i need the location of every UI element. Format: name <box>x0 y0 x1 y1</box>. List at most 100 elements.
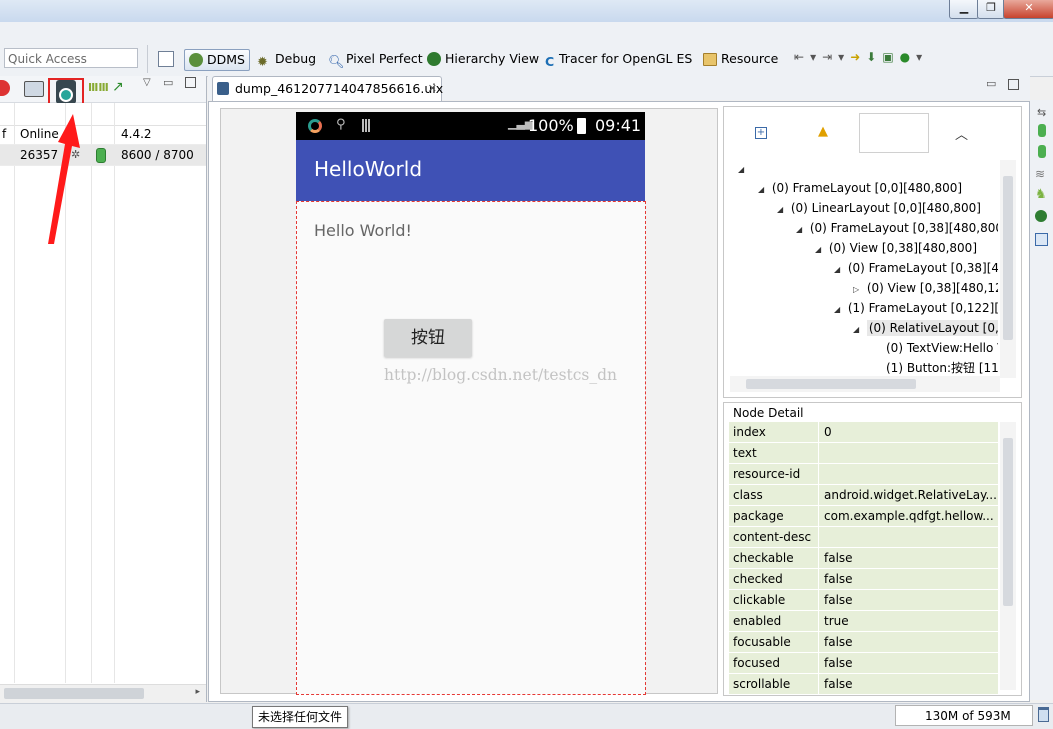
avd-icon[interactable]: ● <box>900 50 916 64</box>
maximize-view-icon[interactable] <box>185 77 196 88</box>
maximize-icon: ❐ <box>986 1 996 14</box>
detail-row[interactable]: package com.example.qdfgt.hellow... <box>729 506 998 526</box>
tree-node[interactable]: ◢ (0) FrameLayout [0,0][480,800] <box>730 178 998 198</box>
maximize-button[interactable]: ❐ <box>977 0 1005 19</box>
detail-vertical-scrollbar[interactable] <box>1000 422 1016 690</box>
memory-indicator[interactable]: 130M of 593M <box>895 705 1033 726</box>
tree-node[interactable]: (1) Button:按钮 [116 <box>730 358 998 376</box>
heap-view-icon[interactable] <box>1038 124 1046 137</box>
nav-back-icon[interactable]: ⇤ <box>794 50 810 64</box>
screen-capture-icon[interactable] <box>24 81 44 97</box>
detail-row[interactable]: class android.widget.RelativeLay... <box>729 485 998 505</box>
download-icon[interactable]: ⬇ <box>866 50 882 64</box>
maximize-editor-icon[interactable] <box>1008 79 1019 90</box>
watermark: http://blog.csdn.net/testcs_dn <box>384 366 618 384</box>
device-row[interactable]: f Online 4.4.2 <box>0 124 206 145</box>
hierarchy-view-icon <box>427 52 441 66</box>
detail-row[interactable]: index 0 <box>729 422 998 442</box>
pin-icon[interactable]: ➜ <box>850 50 866 64</box>
close-icon: ✕ <box>1024 1 1034 14</box>
phone-app-bar: HelloWorld <box>296 140 645 201</box>
tree-node[interactable]: ◢ (0) LinearLayout [0,0][480,800] <box>730 198 998 218</box>
grid-line <box>114 103 115 683</box>
tree-node[interactable]: ▷ (0) View [0,38][480,122 <box>730 278 998 298</box>
close-tab-icon[interactable]: ✕ <box>428 77 437 101</box>
detail-row[interactable]: checked false <box>729 569 998 589</box>
tree-vertical-scrollbar[interactable] <box>1000 160 1016 378</box>
storage-icon <box>362 119 371 132</box>
open-perspective-icon[interactable] <box>158 51 174 67</box>
detail-row[interactable]: checkable false <box>729 548 998 568</box>
minimize-editor-icon[interactable]: ▭ <box>986 77 996 90</box>
minimize-button[interactable]: ▁ <box>949 0 979 19</box>
minimize-view-icon[interactable]: ▭ <box>163 76 173 89</box>
detail-row[interactable]: focusable false <box>729 632 998 652</box>
uix-file-icon <box>217 82 229 95</box>
tree-node-selected[interactable]: ◢ (0) RelativeLayout [0,12 <box>730 318 998 338</box>
debug-icon: ✹ <box>257 55 268 70</box>
device-version: 4.4.2 <box>121 127 152 141</box>
perspective-debug[interactable]: ✹ Debug <box>257 50 316 70</box>
dropdown-icon[interactable]: ▾ <box>838 50 850 64</box>
tree-filter-box[interactable] <box>859 113 929 153</box>
tree-node[interactable]: ◢ (1) FrameLayout [0,122][48 <box>730 298 998 318</box>
dropdown-icon[interactable]: ▾ <box>916 50 928 64</box>
phone-status-bar: ⚲ ▁▃▅ 100% 09:41 <box>296 112 645 140</box>
warning-icon[interactable]: ▲ <box>818 124 828 139</box>
tree-root[interactable]: ◢ <box>730 158 998 178</box>
network-icon[interactable]: ≋ <box>1035 167 1045 181</box>
nav-forward-icon[interactable]: ⇥ <box>822 50 838 64</box>
collapse-icon[interactable]: ︿ <box>955 124 968 143</box>
sdk-manager-icon[interactable]: ▣ <box>882 50 899 64</box>
restore-icon[interactable]: ⇆ <box>1037 106 1046 119</box>
ddms-icon <box>189 53 203 67</box>
perspective-tracer[interactable]: C Tracer for OpenGL ES <box>545 50 692 69</box>
process-row[interactable]: 26357 ✲ 8600 / 8700 <box>0 145 206 166</box>
phone-time: 09:41 <box>595 116 642 135</box>
allocation-view-icon[interactable] <box>1038 145 1046 158</box>
heap-icon[interactable]: ⅢⅢ <box>88 81 109 94</box>
devices-horizontal-scrollbar[interactable]: ▸ <box>0 684 206 703</box>
annotation-arrow <box>48 114 80 244</box>
detail-row[interactable]: scrollable false <box>729 674 998 694</box>
grid-line <box>14 103 15 683</box>
tree-node[interactable]: ◢ (0) FrameLayout [0,38][480 <box>730 258 998 278</box>
resource-icon <box>703 53 717 66</box>
detail-row[interactable]: enabled true <box>729 611 998 631</box>
status-tooltip: 未选择任何文件 <box>252 706 348 728</box>
close-button[interactable]: ✕ <box>1003 0 1053 19</box>
perspective-resource[interactable]: Resource <box>703 50 778 68</box>
process-ports: 8600 / 8700 <box>121 148 194 162</box>
tab-uix-dump[interactable]: dump_461207714047856616.uix ✕ <box>212 76 443 101</box>
detail-row[interactable]: text <box>729 443 998 463</box>
detail-row[interactable]: resource-id <box>729 464 998 484</box>
emulator-icon[interactable] <box>1035 210 1047 222</box>
detail-row[interactable]: focused false <box>729 653 998 673</box>
tree-horizontal-scrollbar[interactable] <box>730 376 1000 392</box>
tree-list: ◢ ◢ (0) FrameLayout [0,0][480,800] ◢ (0)… <box>730 158 998 376</box>
toolbar-separator <box>147 45 148 73</box>
dropdown-icon[interactable]: ▾ <box>810 50 822 64</box>
threads-icon[interactable]: ↗ <box>112 79 124 95</box>
trash-icon[interactable] <box>1038 707 1049 722</box>
node-detail-title: Node Detail <box>733 406 804 420</box>
perspective-pixel-perfect[interactable]: 🔍︎Pixel Perfect <box>328 50 423 70</box>
minimize-icon: ▁ <box>959 1 969 14</box>
perspective-ddms[interactable]: DDMS <box>184 49 250 71</box>
quick-access-input[interactable]: Quick Access <box>4 48 138 68</box>
tree-node[interactable]: ◢ (0) FrameLayout [0,38][480,800] <box>730 218 998 238</box>
pixel-perfect-icon: 🔍︎ <box>328 55 345 70</box>
file-explorer-icon[interactable] <box>1035 233 1048 246</box>
battery-icon <box>577 118 586 134</box>
android-icon[interactable]: ♞ <box>1035 187 1047 202</box>
devices-panel <box>0 76 207 702</box>
tree-node[interactable]: ◢ (0) View [0,38][480,800] <box>730 238 998 258</box>
perspective-hierarchy-view[interactable]: Hierarchy View <box>427 50 539 68</box>
tree-node[interactable]: (0) TextView:Hello V <box>730 338 998 358</box>
expand-all-icon[interactable]: + <box>755 127 767 139</box>
detail-row[interactable]: clickable false <box>729 590 998 610</box>
view-menu-icon[interactable]: ▽ <box>143 77 151 88</box>
usb-icon: ⚲ <box>336 117 346 132</box>
detail-row[interactable]: content-desc <box>729 527 998 547</box>
menu-bar <box>0 22 1053 40</box>
